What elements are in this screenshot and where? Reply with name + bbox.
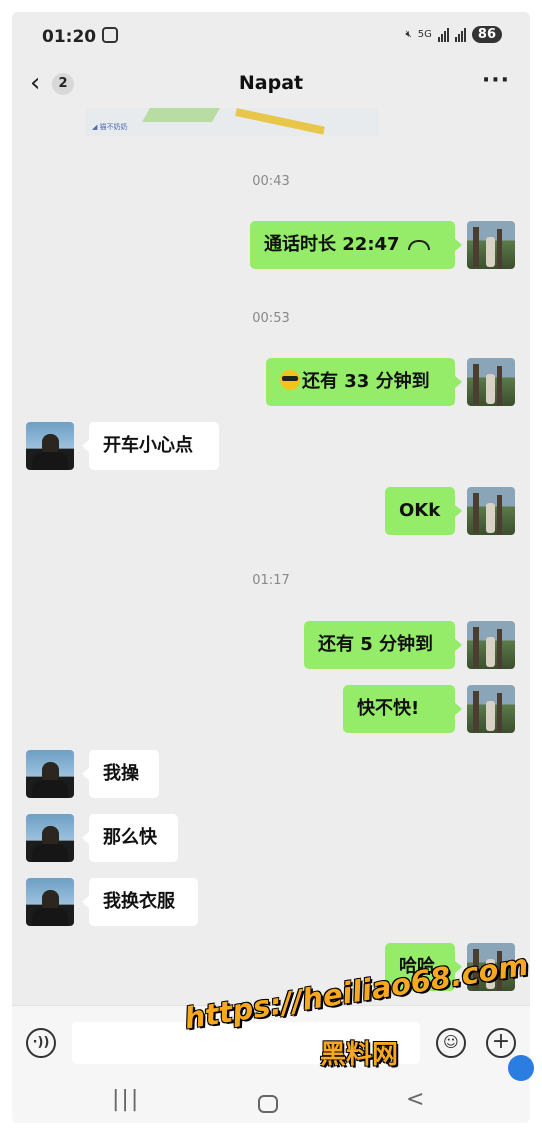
timestamp: 01:17 [252,573,290,588]
message-bubble[interactable]: 我操 [82,750,159,798]
message-bubble-call[interactable]: 通话时长 22:47 [250,221,462,269]
system-nav-bar: ||| < [12,1081,530,1123]
chat-header: ‹ 2 Napat ··· [12,64,530,108]
message-bubble[interactable]: OKk [385,487,462,535]
message-bubble[interactable]: 还有 5 分钟到 [304,621,462,669]
timestamp: 00:43 [252,174,290,189]
recent-apps-icon[interactable]: ||| [112,1087,140,1112]
screenshot-icon [102,27,118,43]
message-text: 那么快 [103,827,157,848]
message-text: 快不快! [357,698,420,719]
message-text: 还有 33 分钟到 [302,371,430,392]
my-avatar[interactable] [467,621,515,669]
status-icons: 🔇︎ 5G 86 [405,26,502,43]
message-bubble[interactable]: 那么快 [82,814,178,862]
status-time: 01:20 [42,27,97,47]
network-label: 5G [417,29,432,40]
contact-avatar[interactable] [26,878,74,926]
signal-icon [437,27,449,42]
message-text: 我换衣服 [103,891,175,912]
home-icon[interactable] [258,1095,278,1113]
timestamp: 00:53 [252,311,290,326]
contact-avatar[interactable] [26,422,74,470]
emoji-icon[interactable]: ☺ [436,1028,466,1058]
back-icon[interactable]: < [406,1087,424,1112]
message-bubble[interactable]: 快不快! [343,685,462,733]
my-avatar[interactable] [467,487,515,535]
floating-assistant-icon[interactable] [508,1055,534,1081]
my-avatar[interactable] [467,358,515,406]
battery-indicator: 86 [471,26,502,43]
mute-icon: 🔇︎ [405,29,412,40]
location-map-preview[interactable]: ◢ 猫不奶奶 [86,108,378,136]
phone-hangup-icon [407,240,430,250]
my-avatar[interactable] [467,221,515,269]
plus-icon[interactable]: + [486,1028,516,1058]
message-bubble[interactable]: 开车小心点 [82,422,219,470]
voice-input-icon[interactable]: ·)) [26,1028,56,1058]
message-text: 通话时长 22:47 [264,234,400,255]
signal-icon-2 [454,27,466,42]
chat-title: Napat [238,72,304,94]
message-text: OKk [399,500,441,521]
message-bubble[interactable]: 我换衣服 [82,878,198,926]
contact-avatar[interactable] [26,814,74,862]
watermark-text: 黑料网 [320,1040,399,1070]
message-bubble[interactable]: 还有 33 分钟到 [266,358,462,406]
map-label: ◢ 猫不奶奶 [92,123,128,131]
my-avatar[interactable] [467,685,515,733]
chat-screen: 01:20 🔇︎ 5G 86 ‹ 2 Napat ··· ◢ 猫不奶奶 00:4… [12,12,530,1123]
message-text: 还有 5 分钟到 [318,634,434,655]
more-options-icon[interactable]: ··· [482,68,510,93]
message-text: 开车小心点 [103,435,193,456]
contact-avatar[interactable] [26,750,74,798]
sunglasses-emoji-icon [280,370,300,390]
message-text: 我操 [103,763,139,784]
status-bar: 01:20 🔇︎ 5G 86 [12,12,530,64]
